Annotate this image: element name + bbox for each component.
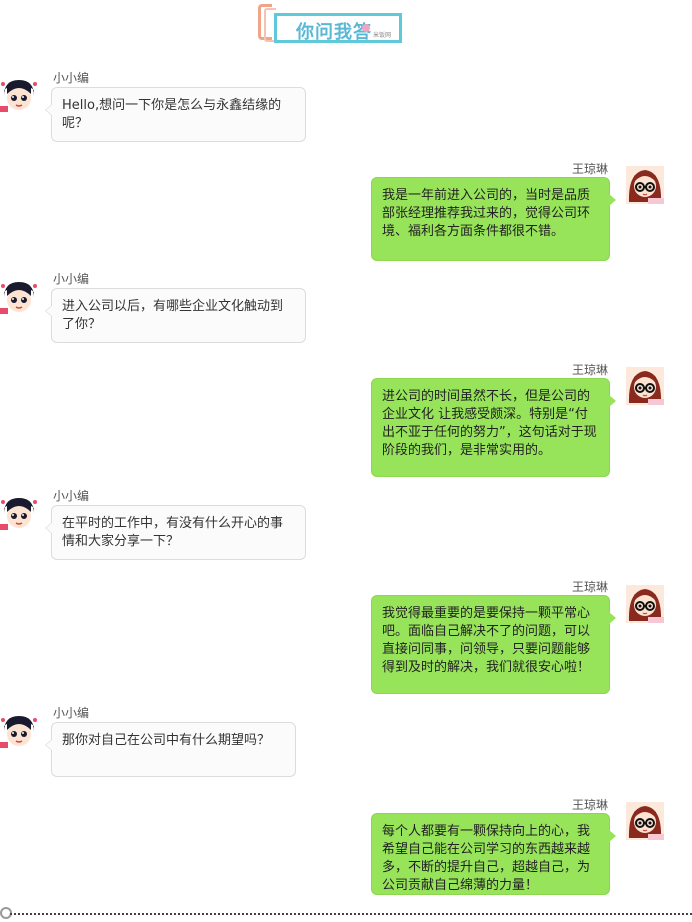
message-bubble-right: 我是一年前进入公司的，当时是品质部张经理推荐我过来的，觉得公司环境、福利各方面条… (371, 177, 616, 261)
sender-name: 王琼琳 (571, 363, 608, 377)
interviewee-avatar (626, 367, 664, 405)
interviewer-avatar (0, 494, 38, 532)
message-bubble-left: 在平时的工作中，有没有什么开心的事情和大家分享一下？ (45, 505, 306, 560)
interviewer-avatar (0, 278, 38, 316)
sender-name: 小小编 (53, 272, 90, 286)
interviewee-avatar (626, 802, 664, 840)
message-bubble-right: 每个人都要有一颗保持向上的心，我希望自己能在公司学习的东西越来越多，不断的提升自… (371, 813, 616, 895)
message-bubble-left: 那你对自己在公司中有什么期望吗？ (45, 722, 296, 777)
sender-name: 小小编 (53, 71, 90, 85)
message-bubble-right: 我觉得最重要的是要保持一颗平常心吧。面临自己解决不了的问题，可以直接问同事，问领… (371, 595, 616, 694)
interviewer-avatar (0, 76, 38, 114)
sender-name: 王琼琳 (571, 580, 608, 594)
dotted-divider (10, 913, 692, 915)
section-header: 你问我答 米饭网 (258, 4, 406, 44)
header-title: 你问我答 (296, 22, 372, 43)
sender-name: 王琼琳 (571, 162, 608, 176)
interviewee-avatar (626, 585, 664, 623)
interviewee-avatar (626, 166, 664, 204)
sender-name: 小小编 (53, 706, 90, 720)
header-subtitle: 米饭网 (373, 32, 392, 39)
sender-name: 王琼琳 (571, 798, 608, 812)
message-bubble-left: Hello,想问一下你是怎么与永鑫结缘的呢？ (45, 87, 306, 142)
sender-name: 小小编 (53, 489, 90, 503)
message-bubble-left: 进入公司以后，有哪些企业文化触动到了你？ (45, 288, 306, 343)
interviewer-avatar (0, 712, 38, 750)
flower-icon (362, 24, 370, 32)
message-bubble-right: 进公司的时间虽然不长，但是公司的企业文化 让我感受颇深。特别是“付出不亚于任何的… (371, 378, 616, 477)
